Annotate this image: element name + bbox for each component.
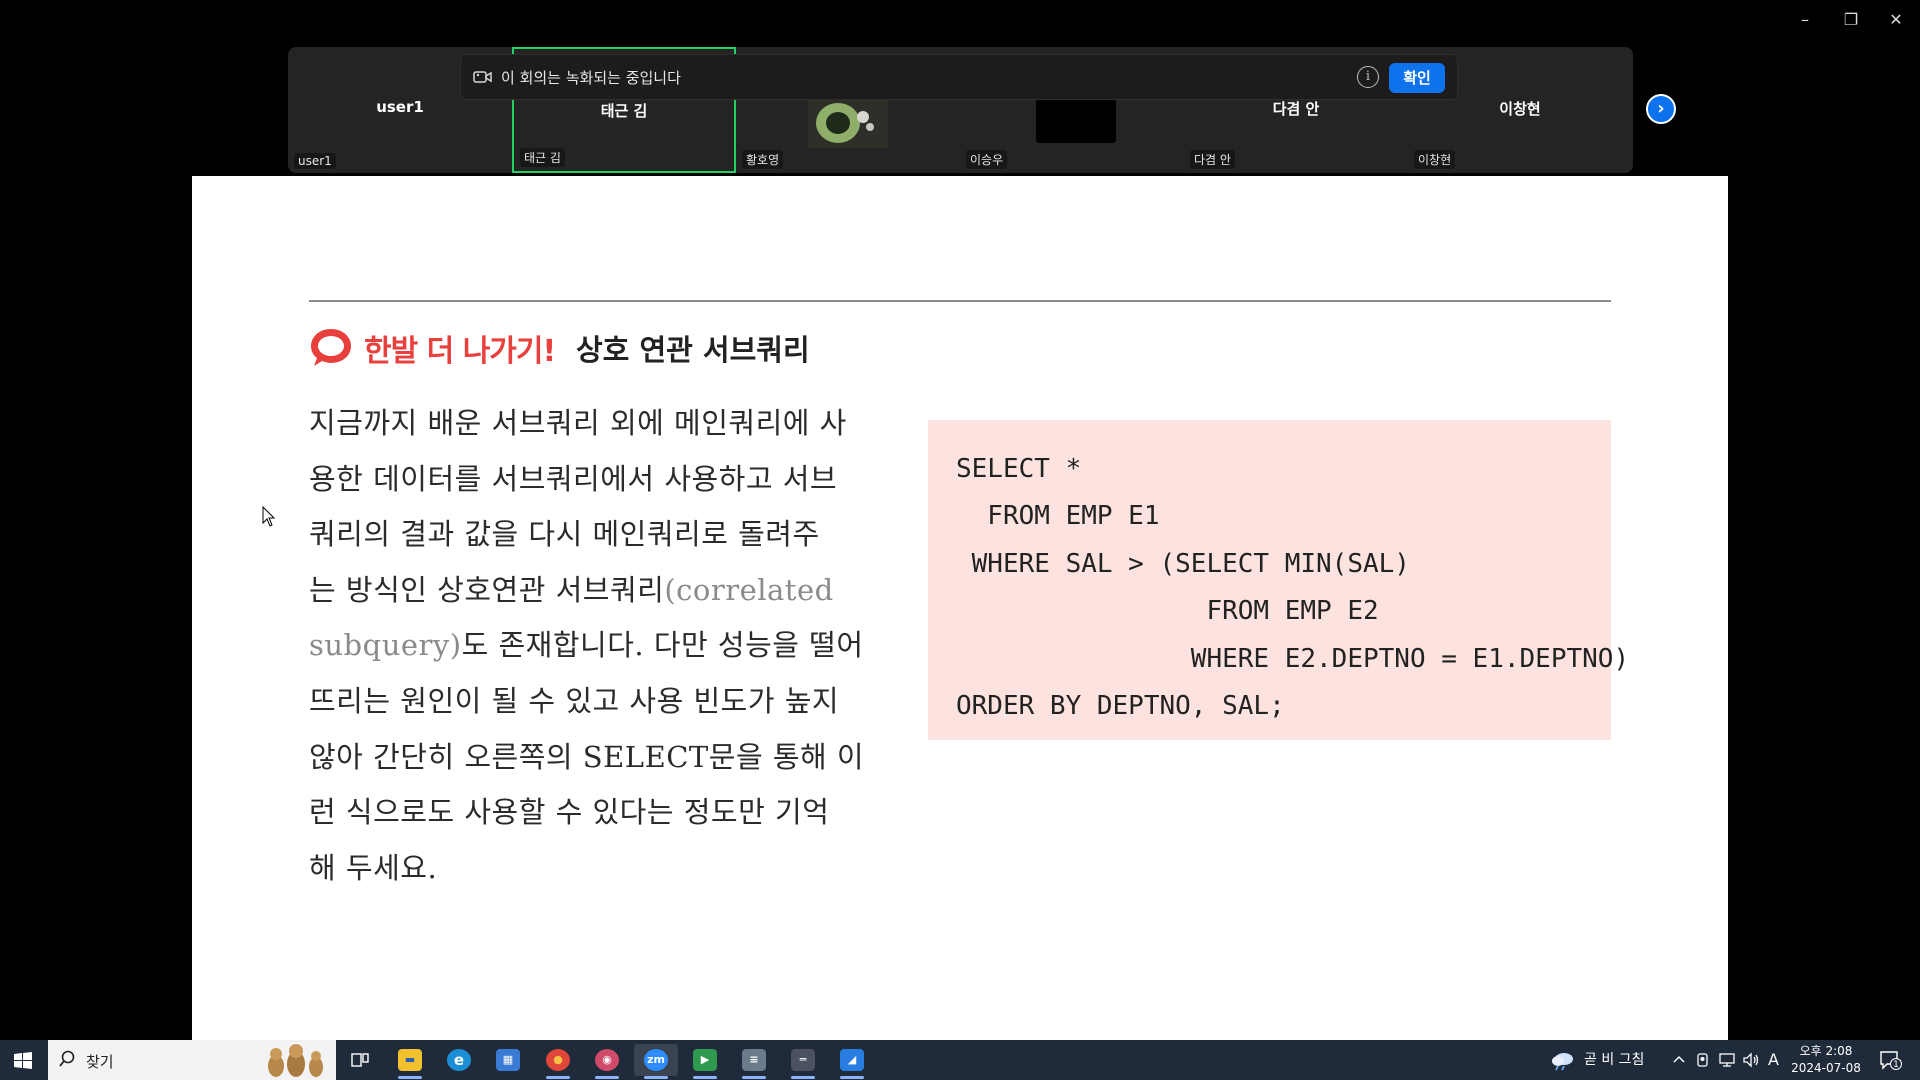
participant-name-label: 태근 김 (520, 148, 565, 167)
paragraph-line: 런 식으로도 사용할 수 있다는 정도만 기억 (309, 795, 830, 830)
code-line: FROM EMP E2 (956, 596, 1379, 627)
store-button[interactable]: ▦ (486, 1044, 530, 1076)
task-view-button[interactable] (338, 1044, 382, 1076)
info-icon[interactable]: i (1357, 66, 1379, 88)
next-page-button[interactable]: › (1646, 94, 1676, 124)
code-line: SELECT * (956, 454, 1082, 484)
clock-time: 오후 2:08 (1799, 1044, 1853, 1058)
minimize-button[interactable]: – (1785, 8, 1825, 32)
paragraph-line: 않아 간단히 오른쪽의 SELECT문을 통해 이 (309, 739, 865, 774)
restore-button[interactable]: ❐ (1831, 8, 1871, 32)
close-button[interactable]: ✕ (1876, 8, 1916, 32)
zoom-button[interactable]: zm (634, 1044, 678, 1079)
paragraph-line: 해 두세요. (309, 850, 438, 885)
task-view-icon (351, 1053, 369, 1067)
folder-icon: ▬ (398, 1049, 422, 1071)
taskbar-clock[interactable]: 오후 2:08 2024-07-08 (1786, 1043, 1866, 1077)
file-explorer-button[interactable]: ▬ (388, 1044, 432, 1079)
media-app-icon: ▶ (693, 1049, 717, 1071)
participant-name-label: 황호영 (742, 150, 784, 169)
chrome-icon: ● (546, 1049, 570, 1071)
search-placeholder: 찾기 (86, 1053, 114, 1071)
discord-button[interactable]: ◉ (585, 1044, 629, 1079)
recording-camera-icon (473, 71, 492, 83)
input-method-indicator[interactable]: A (1768, 1040, 1779, 1080)
taskbar: 찾기 ▬ e ▦ ● ◉ zm ▶ ≡ ═ ◢ 곧 비 그침 A 오후 2:08… (0, 1040, 1920, 1080)
media-app-button[interactable]: ▶ (683, 1044, 727, 1079)
chevron-up-icon[interactable] (1672, 1053, 1686, 1067)
section-title: 상호 연관 서브쿼리 (576, 333, 810, 367)
paragraph-line: 쿼리의 결과 값을 다시 메인쿼리로 돌려주 (309, 517, 820, 552)
paragraph-line: 지금까지 배운 서브쿼리 외에 메인쿼리에 사 (309, 406, 847, 440)
notification-center-button[interactable]: 1 (1878, 1049, 1902, 1071)
shared-screen-slide: 한발 더 나가기! 상호 연관 서브쿼리 지금까지 배운 서브쿼리 외에 메인쿼… (192, 176, 1728, 1040)
recording-banner: 이 회의는 녹화되는 중입니다 i 확인 (460, 54, 1458, 100)
terminal-button[interactable]: ═ (781, 1044, 825, 1079)
meet-now-icon[interactable] (1696, 1052, 1710, 1068)
clock-date: 2024-07-08 (1791, 1061, 1861, 1075)
paragraph-line: 용한 데이터를 서브쿼리에서 사용하고 서브 (309, 461, 838, 496)
participant-name-label: user1 (294, 153, 336, 169)
taskbar-search-box[interactable]: 찾기 (48, 1040, 336, 1080)
participant-name-label: 다겸 안 (1190, 150, 1235, 169)
notification-count: 1 (1890, 1058, 1902, 1070)
participant-name-large: 이창현 (1499, 100, 1541, 118)
confirm-button[interactable]: 확인 (1389, 63, 1445, 93)
code-line: FROM EMP E1 (956, 501, 1160, 532)
participant-name-label: 이창현 (1414, 150, 1456, 169)
paragraph-line: 는 방식인 상호연관 서브쿼리(correlated (309, 572, 834, 607)
search-icon (59, 1050, 75, 1067)
windows-start-icon[interactable] (8, 1048, 38, 1074)
store-icon: ▦ (496, 1049, 520, 1071)
participant-name-label: 이승우 (966, 150, 1008, 169)
code-line: ORDER BY DEPTNO, SAL; (956, 691, 1285, 722)
paint-button[interactable]: ◢ (830, 1044, 874, 1079)
paragraph-line: 뜨리는 원인이 될 수 있고 사용 빈도가 높지 (309, 683, 840, 718)
participant-name-large: user1 (376, 98, 424, 116)
divider (309, 300, 1611, 302)
search-highlight-illustration (268, 1044, 323, 1077)
body-paragraph: 지금까지 배운 서브쿼리 외에 메인쿼리에 사 용한 데이터를 서브쿼리에서 사… (309, 396, 891, 896)
paint-icon: ◢ (840, 1049, 864, 1071)
network-icon[interactable] (1718, 1052, 1736, 1068)
section-highlight-title: 한발 더 나가기! (364, 334, 556, 369)
weather-text[interactable]: 곧 비 그침 (1584, 1040, 1644, 1080)
speech-bubble-icon (311, 329, 351, 366)
mouse-cursor-icon (262, 506, 276, 527)
code-line: WHERE E2.DEPTNO = E1.DEPTNO) (956, 643, 1630, 674)
recording-message: 이 회의는 녹화되는 중입니다 (501, 69, 681, 87)
sql-code: SELECT * FROM EMP E1 WHERE SAL > (SELECT… (956, 446, 1629, 730)
paragraph-line: subquery)도 존재합니다. 다만 성능을 떨어 (309, 628, 864, 663)
volume-icon[interactable] (1742, 1052, 1760, 1068)
participant-name-large: 태근 김 (600, 102, 648, 120)
notepad-button[interactable]: ≡ (732, 1044, 776, 1079)
participant-name-large: 다겸 안 (1272, 100, 1320, 118)
code-line: WHERE SAL > (SELECT MIN(SAL) (956, 548, 1410, 579)
sql-code-box: SELECT * FROM EMP E1 WHERE SAL > (SELECT… (928, 420, 1629, 740)
notepad-icon: ≡ (742, 1049, 766, 1071)
participant-video-thumbnail (808, 93, 888, 148)
discord-icon: ◉ (595, 1049, 619, 1071)
terminal-icon: ═ (791, 1049, 815, 1071)
chrome-button[interactable]: ● (536, 1044, 580, 1079)
weather-icon[interactable] (1550, 1049, 1576, 1071)
edge-icon: e (447, 1049, 471, 1071)
zoom-icon: zm (644, 1049, 668, 1071)
edge-browser-button[interactable]: e (437, 1044, 481, 1076)
